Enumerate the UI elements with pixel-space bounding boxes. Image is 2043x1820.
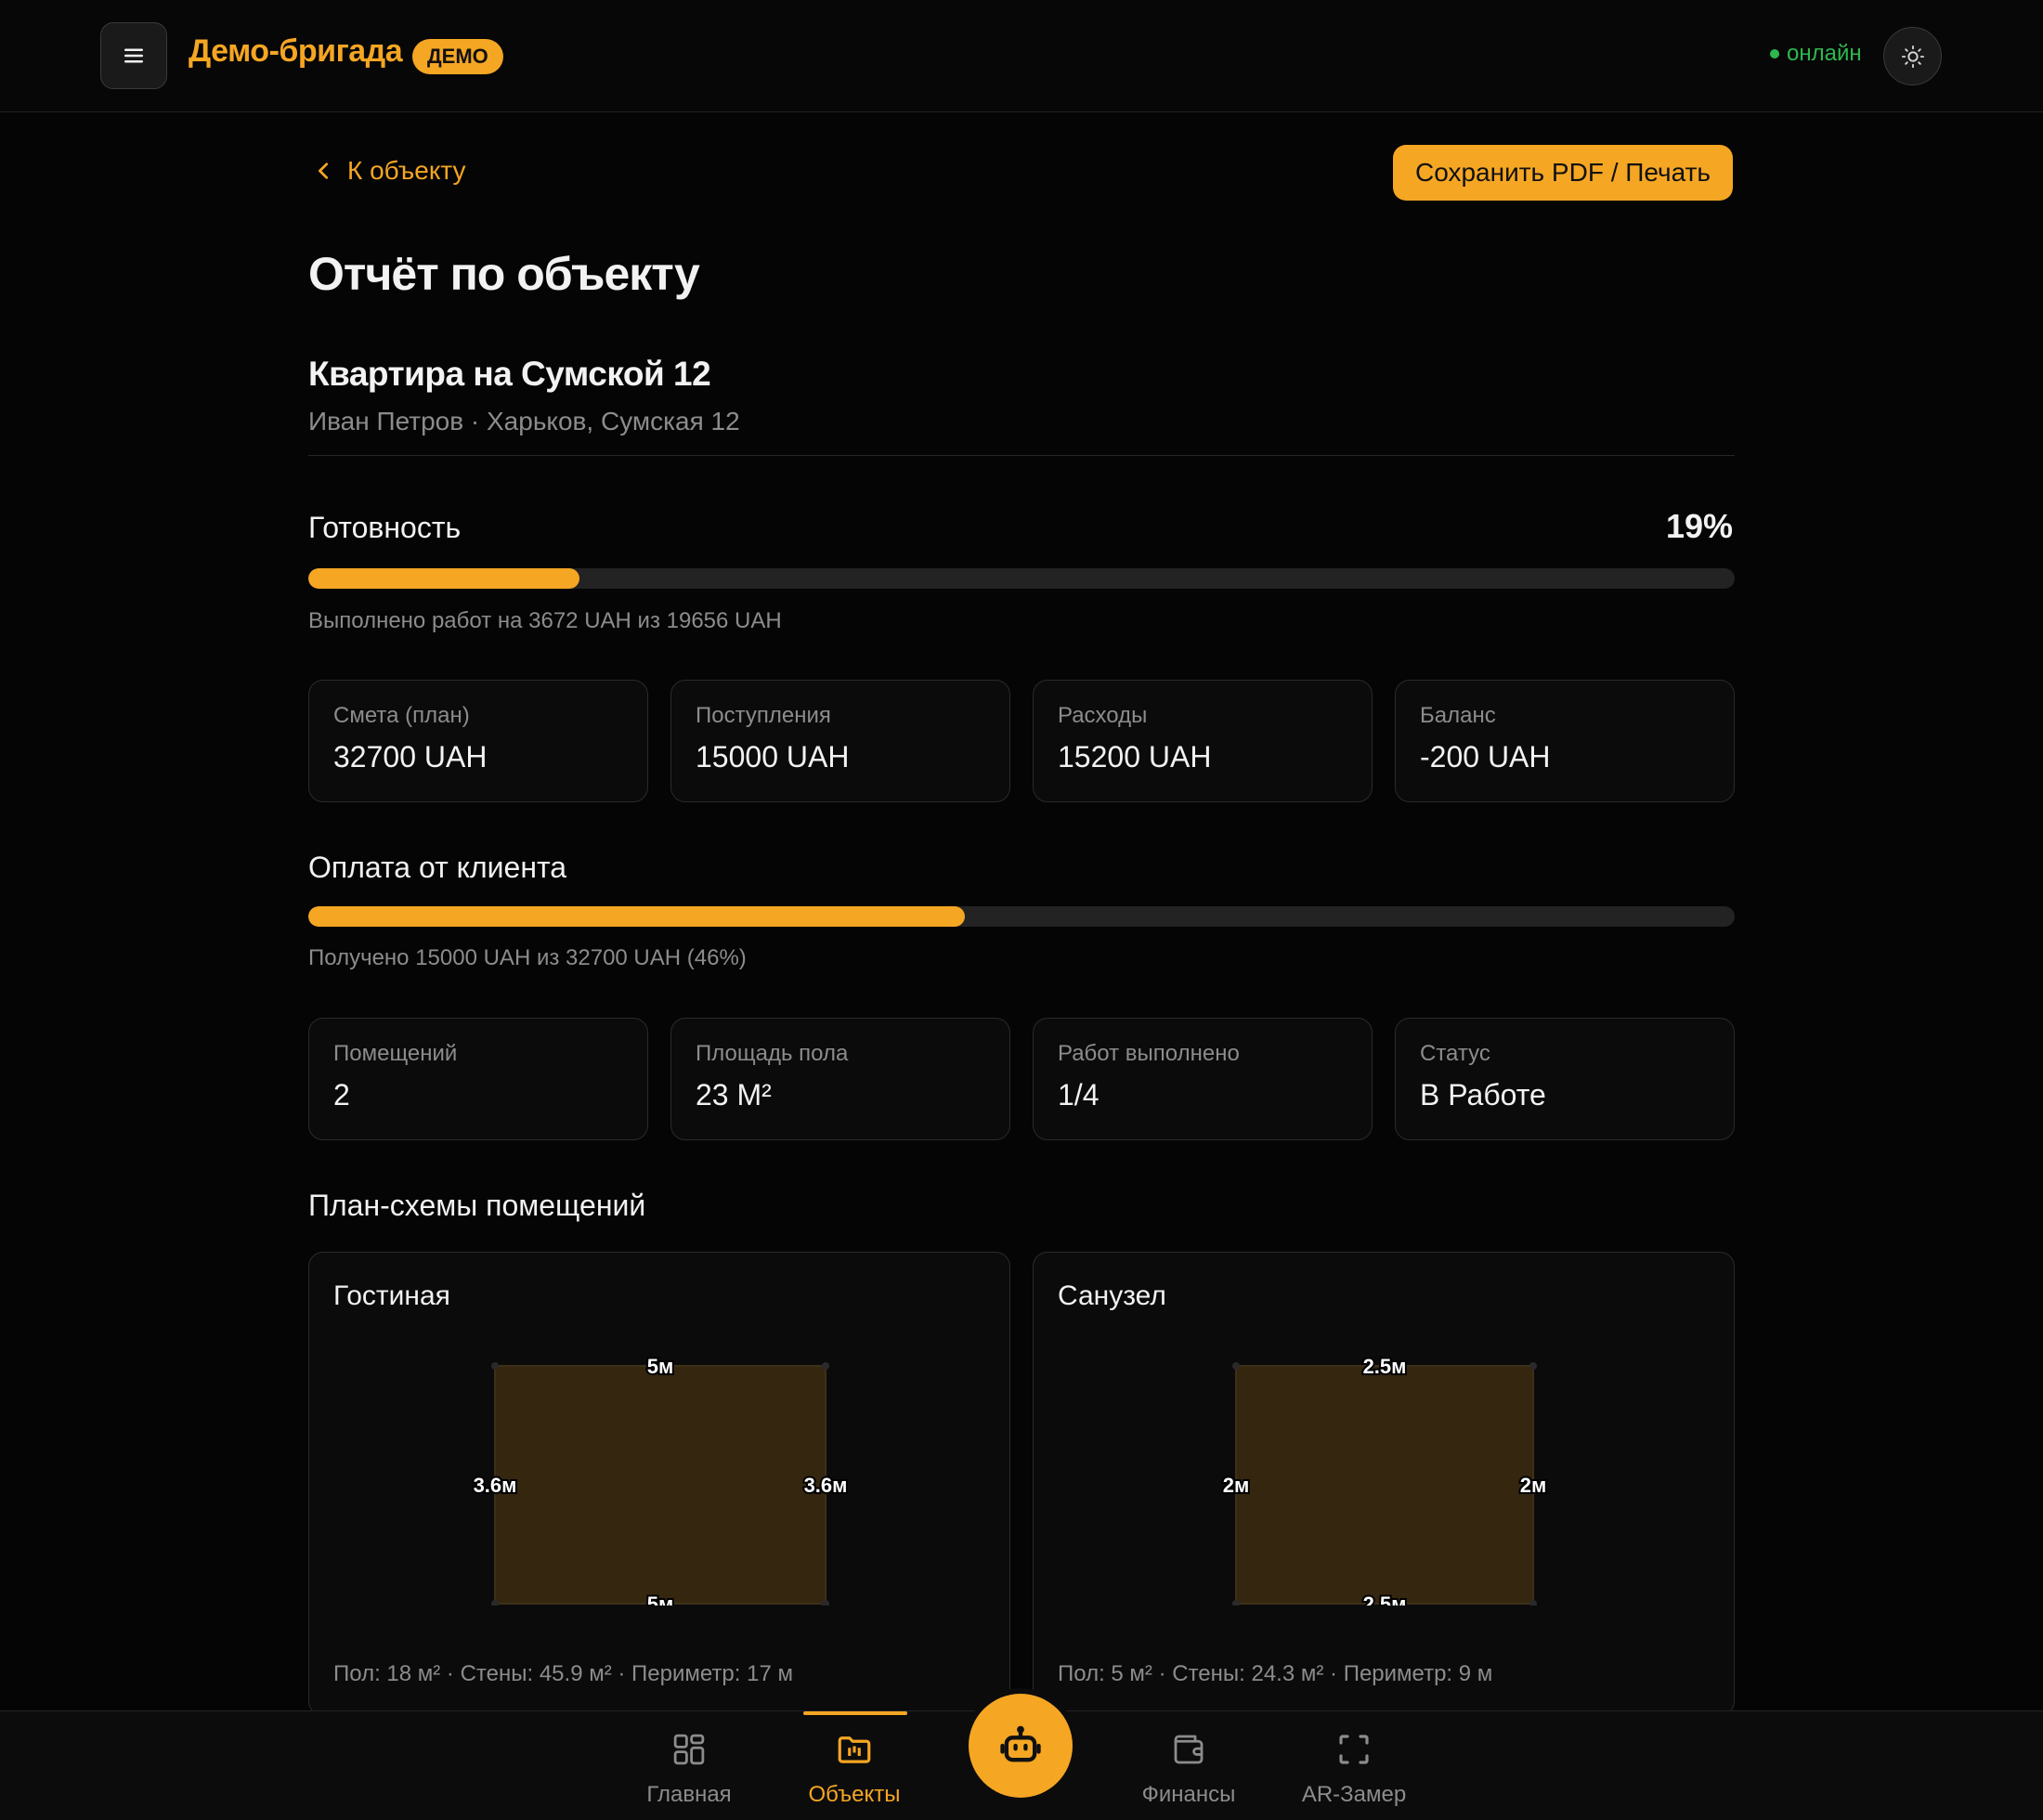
- online-dot-icon: [1770, 49, 1779, 58]
- wallet-icon: [1174, 1735, 1204, 1764]
- corner-point: [822, 1362, 829, 1370]
- wall-length-right: 2м: [1520, 1474, 1547, 1497]
- nav-label: Главная: [646, 1782, 732, 1807]
- readiness-label: Готовность: [308, 511, 462, 544]
- card-label: Помещений: [333, 1041, 458, 1066]
- room-plan-card: Гостиная 5м 5м 3.6м 3.6м Пол: 18 м² · Ст…: [308, 1252, 1010, 1716]
- room-stats: Пол: 18 м² · Стены: 45.9 м² · Периметр: …: [333, 1661, 793, 1686]
- online-status-label: онлайн: [1787, 41, 1862, 66]
- wall-length-bottom: 5м: [647, 1592, 674, 1606]
- theme-toggle-button[interactable]: [1883, 27, 1942, 85]
- wall-length-top: 5м: [647, 1355, 674, 1378]
- card-label: Работ выполнено: [1058, 1041, 1240, 1066]
- card-value: 15200 UAH: [1058, 740, 1212, 774]
- corner-point: [491, 1362, 499, 1370]
- object-subtitle: Иван Петров · Харьков, Сумская 12: [308, 407, 740, 436]
- payment-caption: Получено 15000 UAH из 32700 UAH (46%): [308, 945, 747, 970]
- wall-length-right: 3.6м: [804, 1474, 848, 1497]
- object-name: Квартира на Сумской 12: [308, 355, 711, 393]
- income-card: Поступления 15000 UAH: [670, 680, 1010, 802]
- room-shape: [1235, 1365, 1534, 1605]
- finance-cards: Смета (план) 32700 UAH Поступления 15000…: [308, 680, 1735, 802]
- back-link-label: К объекту: [347, 156, 466, 185]
- page-title: Отчёт по объекту: [308, 248, 700, 300]
- wall-length-top: 2.5м: [1363, 1355, 1407, 1378]
- folder-chart-icon: [838, 1736, 871, 1763]
- card-value: В Работе: [1420, 1078, 1546, 1112]
- room-floor-plan: 2.5м 2.5м 2м 2м: [1221, 1353, 1548, 1606]
- rooms-count-card: Помещений 2: [308, 1018, 648, 1140]
- room-floor-plan: 5м 5м 3.6м 3.6м: [472, 1353, 849, 1606]
- readiness-caption: Выполнено работ на 3672 UAH из 19656 UAH: [308, 608, 782, 633]
- grid-icon: [673, 1734, 705, 1765]
- corner-point: [1529, 1362, 1537, 1370]
- top-bar: Демо-бригада ДЕМО онлайн: [0, 0, 2043, 112]
- nav-label: AR-Замер: [1301, 1782, 1407, 1807]
- card-value: -200 UAH: [1420, 740, 1551, 774]
- nav-item-objects[interactable]: Объекты: [789, 1711, 919, 1820]
- scan-frame-icon: [1339, 1735, 1369, 1764]
- nav-item-ar-measure[interactable]: AR-Замер: [1289, 1711, 1419, 1820]
- readiness-percent: 19%: [1665, 507, 1733, 545]
- expenses-card: Расходы 15200 UAH: [1033, 680, 1373, 802]
- menu-button[interactable]: [100, 22, 167, 89]
- corner-point: [1232, 1362, 1240, 1370]
- card-label: Расходы: [1058, 703, 1148, 728]
- assistant-button[interactable]: [969, 1694, 1073, 1798]
- card-value: 15000 UAH: [696, 740, 850, 774]
- chevron-left-icon: [319, 162, 329, 179]
- payment-progress-fill: [308, 906, 965, 927]
- plans-label: План-схемы помещений: [308, 1189, 646, 1222]
- card-label: Площадь пола: [696, 1041, 849, 1066]
- status-card: Статус В Работе: [1395, 1018, 1735, 1140]
- nav-label: Финансы: [1141, 1782, 1236, 1807]
- card-value: 1/4: [1058, 1078, 1100, 1112]
- brand-name: Демо-бригада: [189, 33, 403, 69]
- robot-icon: [1000, 1725, 1041, 1762]
- wall-length-left: 3.6м: [474, 1474, 517, 1497]
- nav-label: Объекты: [808, 1782, 901, 1807]
- works-done-card: Работ выполнено 1/4: [1033, 1018, 1373, 1140]
- card-label: Статус: [1420, 1041, 1490, 1066]
- nav-item-home[interactable]: Главная: [624, 1711, 754, 1820]
- wall-length-left: 2м: [1223, 1474, 1250, 1497]
- card-value: 23 М²: [696, 1078, 772, 1112]
- card-label: Смета (план): [333, 703, 470, 728]
- readiness-progress-fill: [308, 568, 579, 589]
- demo-badge: ДЕМО: [412, 39, 503, 74]
- nav-item-finance[interactable]: Финансы: [1124, 1711, 1254, 1820]
- floor-area-card: Площадь пола 23 М²: [670, 1018, 1010, 1140]
- room-shape: [494, 1365, 826, 1605]
- wall-length-bottom: 2.5м: [1363, 1592, 1407, 1606]
- room-plan-card: Санузел 2.5м 2.5м 2м 2м Пол: 5 м² · Стен…: [1033, 1252, 1735, 1716]
- room-stats: Пол: 5 м² · Стены: 24.3 м² · Периметр: 9…: [1058, 1661, 1493, 1686]
- payment-progress-bar: [308, 906, 1735, 927]
- card-value: 32700 UAH: [333, 740, 488, 774]
- sun-icon: [1901, 45, 1924, 68]
- readiness-progress-bar: [308, 568, 1735, 589]
- balance-card: Баланс -200 UAH: [1395, 680, 1735, 802]
- room-name: Гостиная: [333, 1280, 450, 1311]
- payment-label: Оплата от клиента: [308, 851, 567, 884]
- card-label: Баланс: [1420, 703, 1496, 728]
- stats-cards: Помещений 2 Площадь пола 23 М² Работ вып…: [308, 1018, 1735, 1140]
- save-pdf-button[interactable]: Сохранить PDF / Печать: [1393, 145, 1733, 201]
- back-to-object-link[interactable]: К объекту: [314, 156, 466, 186]
- hamburger-icon: [124, 48, 143, 63]
- card-label: Поступления: [696, 703, 831, 728]
- online-status: онлайн: [1770, 41, 1862, 67]
- card-value: 2: [333, 1078, 350, 1112]
- estimate-card: Смета (план) 32700 UAH: [308, 680, 648, 802]
- divider: [308, 455, 1735, 456]
- room-name: Санузел: [1058, 1280, 1166, 1311]
